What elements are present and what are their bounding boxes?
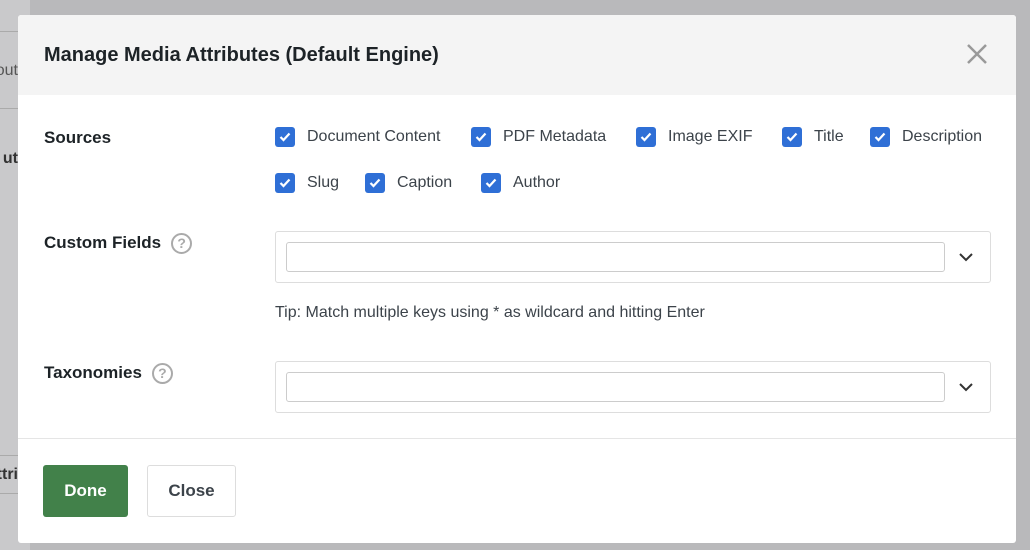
taxonomies-label: Taxonomies? [44, 363, 173, 385]
chevron-down-icon[interactable] [958, 381, 974, 393]
source-checkbox-title[interactable]: Title [782, 127, 844, 147]
checkbox-label: Image EXIF [668, 128, 753, 145]
checkbox-checked-icon[interactable] [275, 173, 295, 193]
custom-fields-label-text: Custom Fields [44, 233, 162, 252]
checkbox-checked-icon[interactable] [870, 127, 890, 147]
checkbox-label: PDF Metadata [503, 128, 607, 145]
custom-fields-select[interactable] [275, 231, 991, 283]
checkbox-checked-icon[interactable] [471, 127, 491, 147]
background-text: out [0, 62, 18, 79]
custom-fields-tip: Tip: Match multiple keys using * as wild… [275, 304, 705, 321]
checkbox-checked-icon[interactable] [782, 127, 802, 147]
divider [0, 108, 18, 109]
checkbox-label: Title [814, 128, 844, 145]
checkbox-label: Slug [307, 174, 340, 191]
checkbox-label: Description [902, 128, 983, 145]
source-checkbox-author[interactable]: Author [481, 173, 560, 193]
background-text: ut [2, 150, 18, 167]
divider [0, 31, 18, 32]
source-checkbox-caption[interactable]: Caption [365, 173, 452, 193]
taxonomies-label-text: Taxonomies [44, 363, 142, 382]
source-checkbox-document-content[interactable]: Document Content [275, 127, 440, 147]
close-icon[interactable] [964, 41, 990, 67]
source-checkbox-description[interactable]: Description [870, 127, 982, 147]
checkbox-label: Author [513, 174, 561, 191]
checkbox-label: Caption [397, 174, 453, 191]
checkbox-checked-icon[interactable] [365, 173, 385, 193]
divider [0, 493, 18, 494]
sources-label: Sources [44, 128, 112, 147]
close-button[interactable]: Close [147, 465, 236, 517]
footer-divider [18, 438, 1016, 439]
divider [0, 455, 18, 456]
custom-fields-input[interactable] [286, 242, 945, 272]
help-icon[interactable]: ? [171, 233, 193, 255]
help-icon[interactable]: ? [151, 363, 173, 385]
checkbox-label: Document Content [307, 128, 441, 145]
checkbox-checked-icon[interactable] [275, 127, 295, 147]
taxonomies-select[interactable] [275, 361, 991, 413]
modal-title: Manage Media Attributes (Default Engine) [44, 44, 439, 66]
checkbox-checked-icon[interactable] [481, 173, 501, 193]
manage-media-attributes-modal: Manage Media Attributes (Default Engine)… [18, 15, 1016, 543]
checkbox-checked-icon[interactable] [636, 127, 656, 147]
modal-header: Manage Media Attributes (Default Engine) [18, 15, 1016, 95]
custom-fields-label: Custom Fields? [44, 233, 193, 255]
background-text: ttri [0, 466, 18, 483]
source-checkbox-image-exif[interactable]: Image EXIF [636, 127, 752, 147]
source-checkbox-pdf-metadata[interactable]: PDF Metadata [471, 127, 606, 147]
taxonomies-input[interactable] [286, 372, 945, 402]
done-button[interactable]: Done [43, 465, 128, 517]
chevron-down-icon[interactable] [958, 251, 974, 263]
source-checkbox-slug[interactable]: Slug [275, 173, 339, 193]
